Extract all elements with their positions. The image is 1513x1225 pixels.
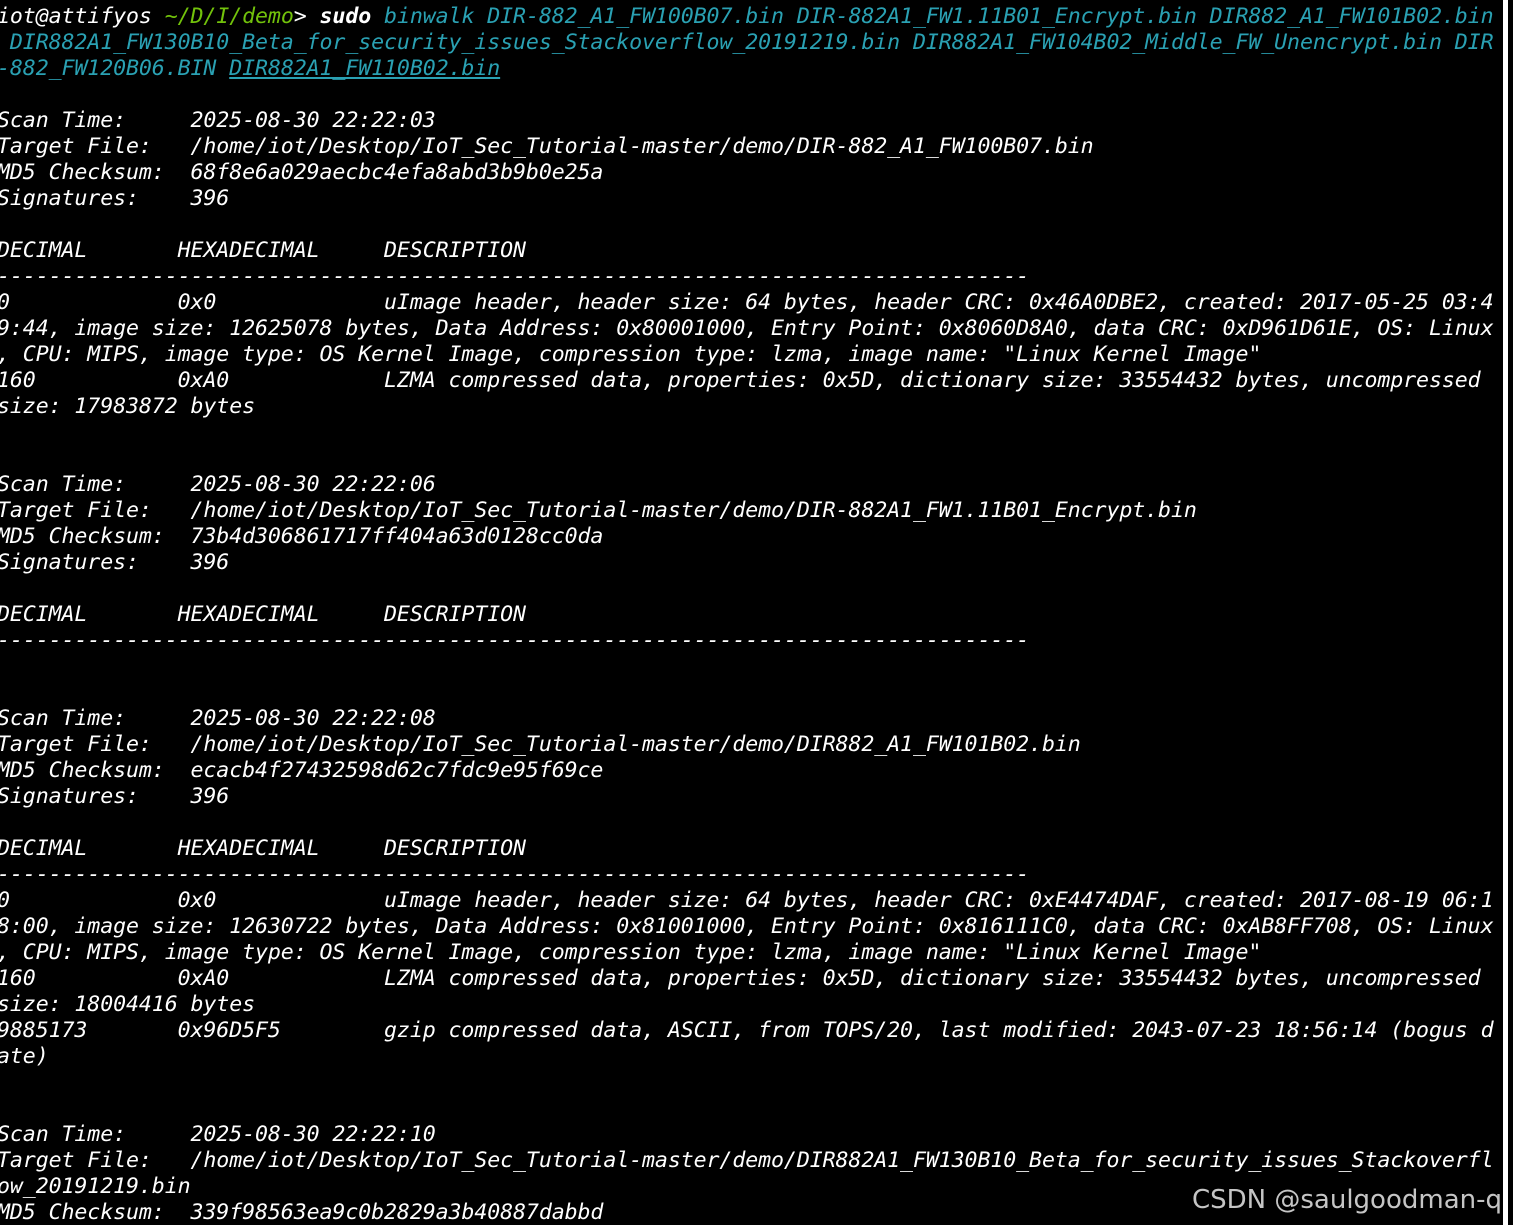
terminal-output-line: 160 0xA0 LZMA compressed data, propertie…	[0, 966, 1481, 991]
terminal-output-line: ate)	[0, 1044, 49, 1069]
prompt-symbol: >	[293, 4, 320, 29]
prompt-path: ~/D/I/demo	[151, 4, 294, 29]
terminal-output-line: ----------------------------------------…	[0, 264, 1030, 289]
terminal-output-line: Scan Time: 2025-08-30 22:22:06	[0, 472, 436, 497]
command-arguments-line-2: DIR882A1_FW130B10_Beta_for_security_issu…	[0, 30, 1494, 55]
terminal-output-line: Signatures: 396	[0, 550, 230, 575]
terminal-output-line: ----------------------------------------…	[0, 862, 1030, 887]
terminal-output-line: Target File: /home/iot/Desktop/IoT_Sec_T…	[0, 732, 1081, 757]
terminal-output-line: MD5 Checksum: ecacb4f27432598d62c7fdc9e9…	[0, 758, 604, 783]
command-arguments-line-3: -882_FW120B06.BIN	[0, 56, 230, 81]
command-sudo: sudo	[319, 4, 372, 29]
command-prompt-line-2: DIR882A1_FW130B10_Beta_for_security_issu…	[0, 30, 1505, 56]
terminal-output-line: size: 18004416 bytes	[0, 992, 256, 1017]
terminal-output-line: DECIMAL HEXADECIMAL DESCRIPTION	[0, 836, 526, 861]
terminal-output-line: 0 0x0 uImage header, header size: 64 byt…	[0, 888, 1494, 913]
command-argument-underlined: DIR882A1_FW110B02.bin	[229, 56, 501, 81]
command-prompt-line-1: iot@attifyos ~/D/I/demo> sudo binwalk DI…	[0, 4, 1505, 30]
terminal-output-line: , CPU: MIPS, image type: OS Kernel Image…	[0, 940, 1262, 965]
terminal-output-line: Signatures: 396	[0, 784, 230, 809]
window-edge	[1503, 0, 1508, 1225]
command-arguments-line-1: binwalk DIR-882_A1_FW100B07.bin DIR-882A…	[371, 4, 1494, 29]
terminal-output-line: 8:00, image size: 12630722 bytes, Data A…	[0, 914, 1494, 939]
terminal-output-line: Scan Time: 2025-08-30 22:22:08	[0, 706, 436, 731]
terminal-output-line: Target File: /home/iot/Desktop/IoT_Sec_T…	[0, 1148, 1494, 1173]
terminal-output-line: 160 0xA0 LZMA compressed data, propertie…	[0, 368, 1481, 393]
terminal-output-line: Signatures: 396	[0, 186, 230, 211]
terminal-output-line: 0 0x0 uImage header, header size: 64 byt…	[0, 290, 1494, 315]
terminal-output-line: DECIMAL HEXADECIMAL DESCRIPTION	[0, 602, 526, 627]
terminal-output-line: Target File: /home/iot/Desktop/IoT_Sec_T…	[0, 498, 1197, 523]
terminal-output-line: Scan Time: 2025-08-30 22:22:10	[0, 1122, 436, 1147]
terminal-window[interactable]: iot@attifyos ~/D/I/demo> sudo binwalk DI…	[0, 0, 1508, 1225]
terminal-output-line: MD5 Checksum: 73b4d306861717ff404a63d012…	[0, 524, 604, 549]
csdn-watermark: CSDN @saulgoodman-q	[1191, 1185, 1502, 1215]
terminal-output-line: DECIMAL HEXADECIMAL DESCRIPTION	[0, 238, 526, 263]
terminal-output-line: 9885173 0x96D5F5 gzip compressed data, A…	[0, 1018, 1494, 1043]
prompt-user-host: iot@attifyos	[0, 4, 152, 29]
terminal-output-line: MD5 Checksum: 68f8e6a029aecbc4efa8abd3b9…	[0, 160, 604, 185]
terminal-output-line: 9:44, image size: 12625078 bytes, Data A…	[0, 316, 1494, 341]
scan-output: Scan Time: 2025-08-30 22:22:03 Target Fil…	[0, 82, 1505, 1225]
terminal-output-line: Target File: /home/iot/Desktop/IoT_Sec_T…	[0, 134, 1094, 159]
command-prompt-line-3: -882_FW120B06.BIN DIR882A1_FW110B02.bin	[0, 56, 1505, 82]
terminal-output-line: ----------------------------------------…	[0, 628, 1030, 653]
terminal-output: iot@attifyos ~/D/I/demo> sudo binwalk DI…	[0, 4, 1505, 1225]
terminal-output-line: , CPU: MIPS, image type: OS Kernel Image…	[0, 342, 1262, 367]
terminal-output-line: size: 17983872 bytes	[0, 394, 256, 419]
terminal-output-line: Scan Time: 2025-08-30 22:22:03	[0, 108, 436, 133]
